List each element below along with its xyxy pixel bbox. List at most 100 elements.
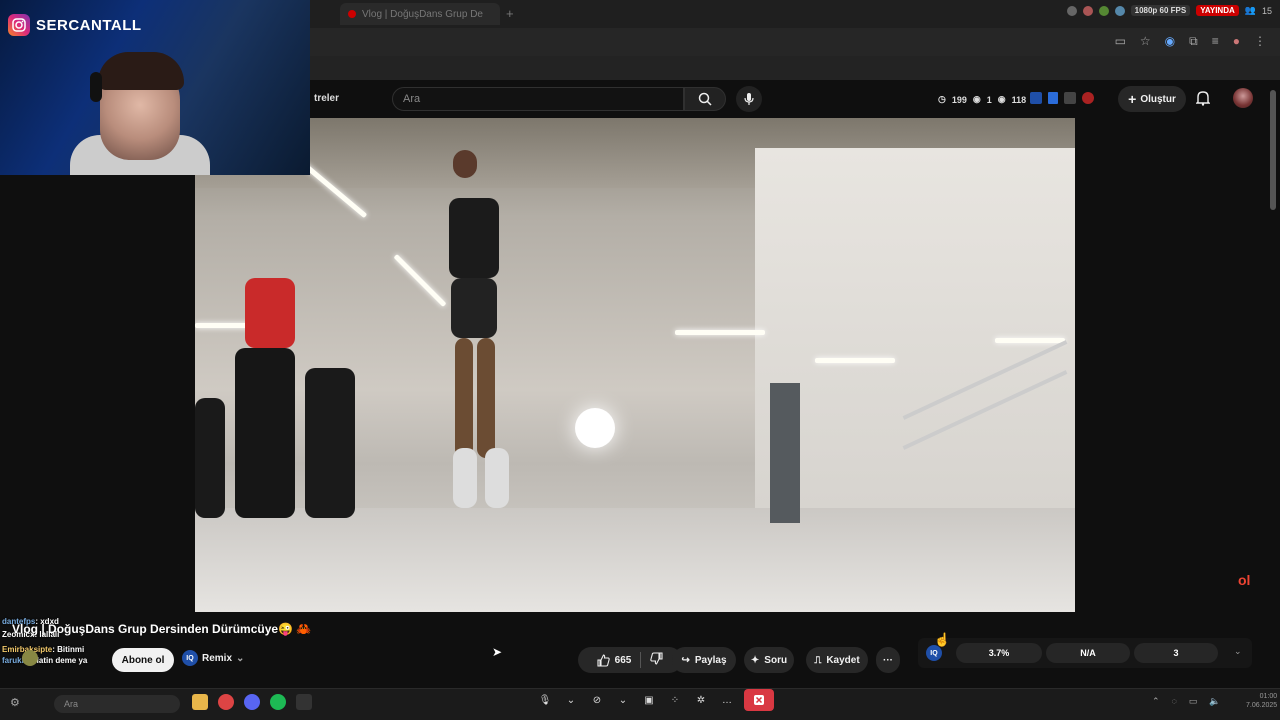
- dancer-red-shirt: [245, 278, 295, 348]
- bell-icon: [1195, 91, 1211, 106]
- dancer-body: [305, 368, 355, 518]
- discord-icon[interactable]: [244, 694, 260, 710]
- profile-icon[interactable]: ●: [1233, 34, 1240, 49]
- grid-icon[interactable]: ⁘: [666, 691, 684, 709]
- fps-badge: 1080p 60 FPS: [1130, 5, 1191, 16]
- ext-stat-count: 3: [1134, 643, 1218, 663]
- instagram-name: SERCANTALL: [36, 16, 142, 34]
- extension-avatar-icon[interactable]: [1114, 5, 1125, 16]
- remix-label: Remix: [202, 652, 233, 664]
- corner-logo: ol: [1238, 572, 1251, 588]
- chevron-down-icon: ⌄: [236, 652, 245, 664]
- widgets-icon[interactable]: ⚙: [10, 696, 20, 709]
- dancer-leg: [477, 338, 495, 458]
- chevron-down-icon[interactable]: ⌄: [562, 691, 580, 709]
- extension-avatar-icon[interactable]: [1066, 5, 1077, 16]
- list-extension-icon[interactable]: [1048, 92, 1058, 104]
- settings-icon[interactable]: ✲: [692, 691, 710, 709]
- channel-avatar[interactable]: [22, 650, 38, 666]
- window-glare: [575, 408, 615, 448]
- search-button[interactable]: [684, 87, 726, 111]
- browser-tab[interactable]: Vlog | DoğuşDans Grup De: [340, 3, 500, 25]
- extension-icon[interactable]: ◉: [1165, 34, 1175, 49]
- chevron-down-icon[interactable]: ⌄: [614, 691, 632, 709]
- remix-icon: IQ: [182, 650, 198, 666]
- network-icon[interactable]: ▭: [1189, 696, 1198, 707]
- ceiling-light: [815, 358, 895, 363]
- plus-icon: +: [1128, 91, 1137, 107]
- subscribe-button[interactable]: Abone ol: [112, 648, 174, 672]
- sparkle-icon: ✦: [750, 654, 760, 666]
- instagram-icon: [8, 14, 30, 36]
- share-button[interactable]: ↪ Paylaş: [672, 647, 736, 673]
- spotify-icon[interactable]: [270, 694, 286, 710]
- create-button[interactable]: + Oluştur: [1118, 86, 1186, 112]
- puzzle-icon[interactable]: ⧉: [1189, 34, 1198, 49]
- extension-tray: 1080p 60 FPS YAYINDA 👥 15: [1066, 5, 1272, 16]
- remix-button[interactable]: IQ Remix ⌄: [182, 650, 244, 666]
- notifications-button[interactable]: [1195, 90, 1211, 111]
- screen-share-icon[interactable]: ▣: [640, 691, 658, 709]
- eye-icon: ◉: [997, 94, 1006, 104]
- clock-icon: ◷: [938, 94, 946, 104]
- chat-line: Emirbaksipte: Bitinmi: [2, 644, 87, 655]
- bookmark-icon: ⎍: [814, 654, 822, 666]
- instagram-handle: SERCANTALL: [8, 14, 142, 36]
- ask-button[interactable]: ✦ Soru: [744, 647, 794, 673]
- share-icon: ↪: [681, 654, 690, 666]
- trophy-icon[interactable]: [1064, 92, 1076, 104]
- dislike-button[interactable]: [650, 652, 663, 668]
- microphone-tray-icon[interactable]: ◌: [1172, 696, 1177, 707]
- call-controls: 🎙 ⌄ ⊘ ⌄ ▣ ⁘ ✲ …: [536, 689, 774, 711]
- microphone-icon[interactable]: 🎙: [536, 691, 554, 709]
- thumbs-up-icon: [597, 653, 610, 667]
- leg-warmer: [453, 448, 477, 508]
- tray-count: 15: [1261, 5, 1272, 16]
- end-call-button[interactable]: [744, 689, 774, 711]
- create-label: Oluştur: [1140, 93, 1176, 105]
- dancer-body: [235, 348, 295, 518]
- taskbar-clock[interactable]: 01:00 7.06.2025: [1246, 692, 1277, 710]
- extension-avatar-icon[interactable]: [1082, 5, 1093, 16]
- app-icon[interactable]: [296, 694, 312, 710]
- more-icon[interactable]: …: [718, 691, 736, 709]
- address-bar-icons: ▭ ☆ ◉ ⧉ ≡ ● ⋮: [1115, 34, 1266, 49]
- ceiling-light: [675, 330, 765, 335]
- search-input[interactable]: Ara: [392, 87, 684, 111]
- cast-icon[interactable]: ▭: [1115, 34, 1126, 49]
- chevron-down-icon[interactable]: ⌄: [1234, 646, 1242, 657]
- eye-icon: ◉: [972, 94, 981, 104]
- studio-floor: [195, 508, 1075, 612]
- like-button[interactable]: 665: [597, 653, 631, 667]
- file-explorer-icon[interactable]: [192, 694, 208, 710]
- chrome-icon[interactable]: [218, 694, 234, 710]
- nav-label[interactable]: treler: [314, 93, 339, 104]
- queue-icon[interactable]: ≡: [1212, 34, 1219, 49]
- video-player[interactable]: [195, 118, 1075, 612]
- scrollbar[interactable]: [1270, 90, 1276, 210]
- record-icon[interactable]: [1082, 92, 1094, 104]
- header-extension-icons: [1030, 92, 1094, 104]
- system-tray: ⌃ ◌ ▭ 🔈: [1152, 696, 1221, 707]
- extension-avatar-icon[interactable]: [1098, 5, 1109, 16]
- chat-msg: : Bitinmi: [52, 645, 85, 654]
- voice-search-button[interactable]: [736, 86, 762, 112]
- menu-icon[interactable]: ⋮: [1254, 34, 1266, 49]
- stat-eye2: 118: [1011, 94, 1027, 105]
- save-button[interactable]: ⎍ Kaydet: [806, 647, 868, 673]
- volume-icon[interactable]: 🔈: [1209, 696, 1220, 707]
- people-icon[interactable]: 👥: [1245, 5, 1256, 16]
- chevron-up-icon[interactable]: ⌃: [1152, 696, 1160, 707]
- more-actions-button[interactable]: ···: [876, 647, 900, 673]
- taskbar-search-input[interactable]: Ara: [54, 695, 180, 713]
- tab-title: Vlog | DoğuşDans Grup De: [362, 8, 483, 20]
- dancer-leg: [455, 338, 473, 458]
- like-dislike-group: 665: [578, 647, 682, 673]
- taskbar-apps: [192, 694, 312, 710]
- iq-extension-icon[interactable]: [1030, 92, 1042, 104]
- webcam-overlay: SERCANTALL: [0, 0, 310, 175]
- camera-off-icon[interactable]: ⊘: [588, 691, 606, 709]
- avatar[interactable]: [1233, 88, 1253, 108]
- new-tab-button[interactable]: +: [506, 6, 514, 21]
- bookmark-star-icon[interactable]: ☆: [1140, 34, 1151, 49]
